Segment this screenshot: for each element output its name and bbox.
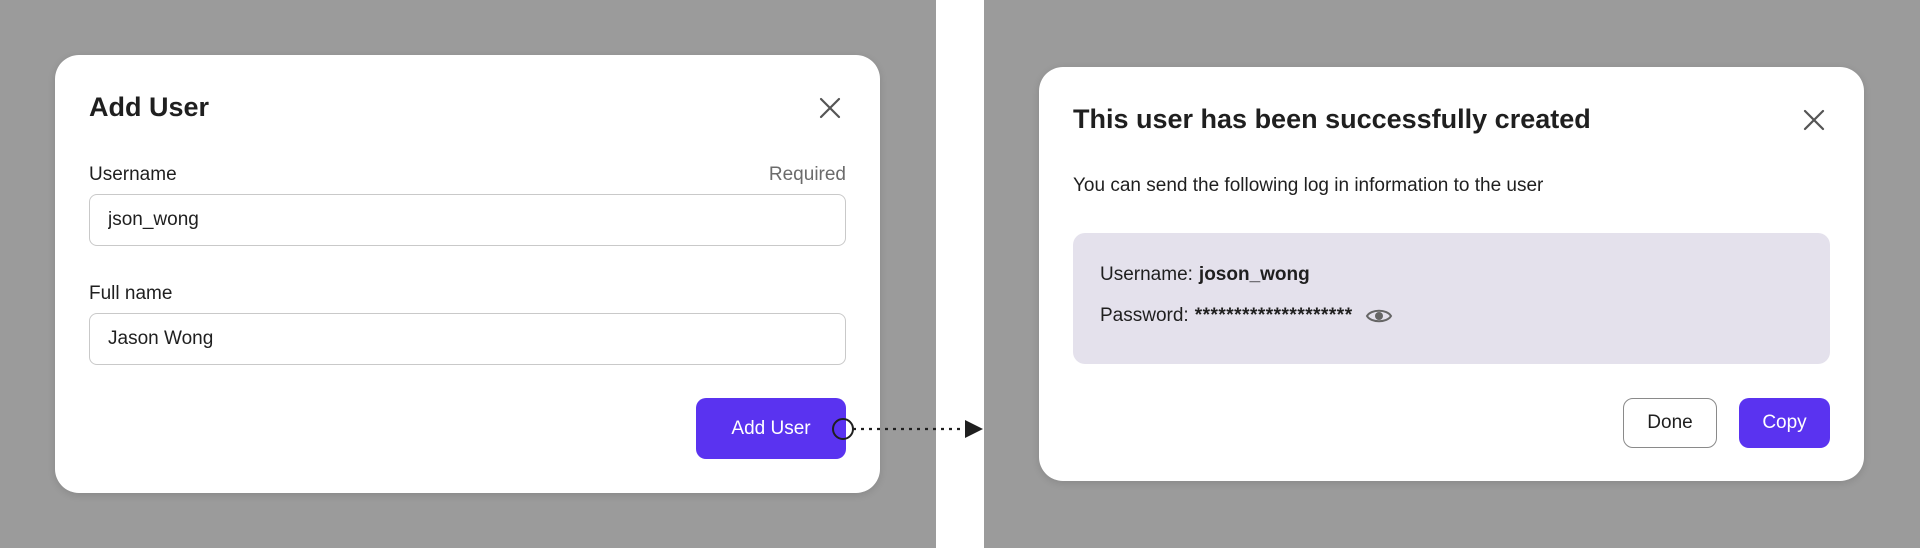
flow-arrow (832, 418, 983, 440)
done-button[interactable]: Done (1623, 398, 1717, 448)
fullname-label: Full name (89, 283, 173, 304)
username-line: Username: joson_wong (1100, 264, 1310, 286)
close-icon (1803, 109, 1825, 131)
close-button[interactable] (815, 93, 845, 123)
user-created-dialog: This user has been successfully created … (1039, 67, 1864, 481)
reveal-password-button[interactable] (1365, 305, 1393, 327)
credentials-panel: Username: joson_wong Password: *********… (1073, 233, 1830, 364)
add-user-dialog: Add User Username Required Full name Add… (55, 55, 880, 493)
password-prefix: Password: (1100, 305, 1189, 326)
close-icon (819, 97, 841, 119)
username-label: Username (89, 164, 177, 185)
success-description: You can send the following log in inform… (1073, 175, 1544, 196)
copy-button[interactable]: Copy (1739, 398, 1830, 448)
username-value: joson_wong (1198, 264, 1310, 285)
username-prefix: Username: (1100, 264, 1193, 285)
required-indicator: Required (768, 164, 846, 185)
add-user-button[interactable]: Add User (696, 398, 846, 459)
fullname-input[interactable] (89, 313, 846, 365)
password-masked: ******************** (1194, 305, 1353, 326)
dialog-title: Add User (89, 92, 210, 122)
username-input[interactable] (89, 194, 846, 246)
close-button[interactable] (1799, 105, 1829, 135)
password-line: Password: ******************** (1100, 305, 1393, 327)
eye-icon (1365, 309, 1392, 323)
dialog-title: This user has been successfully created (1073, 104, 1591, 134)
